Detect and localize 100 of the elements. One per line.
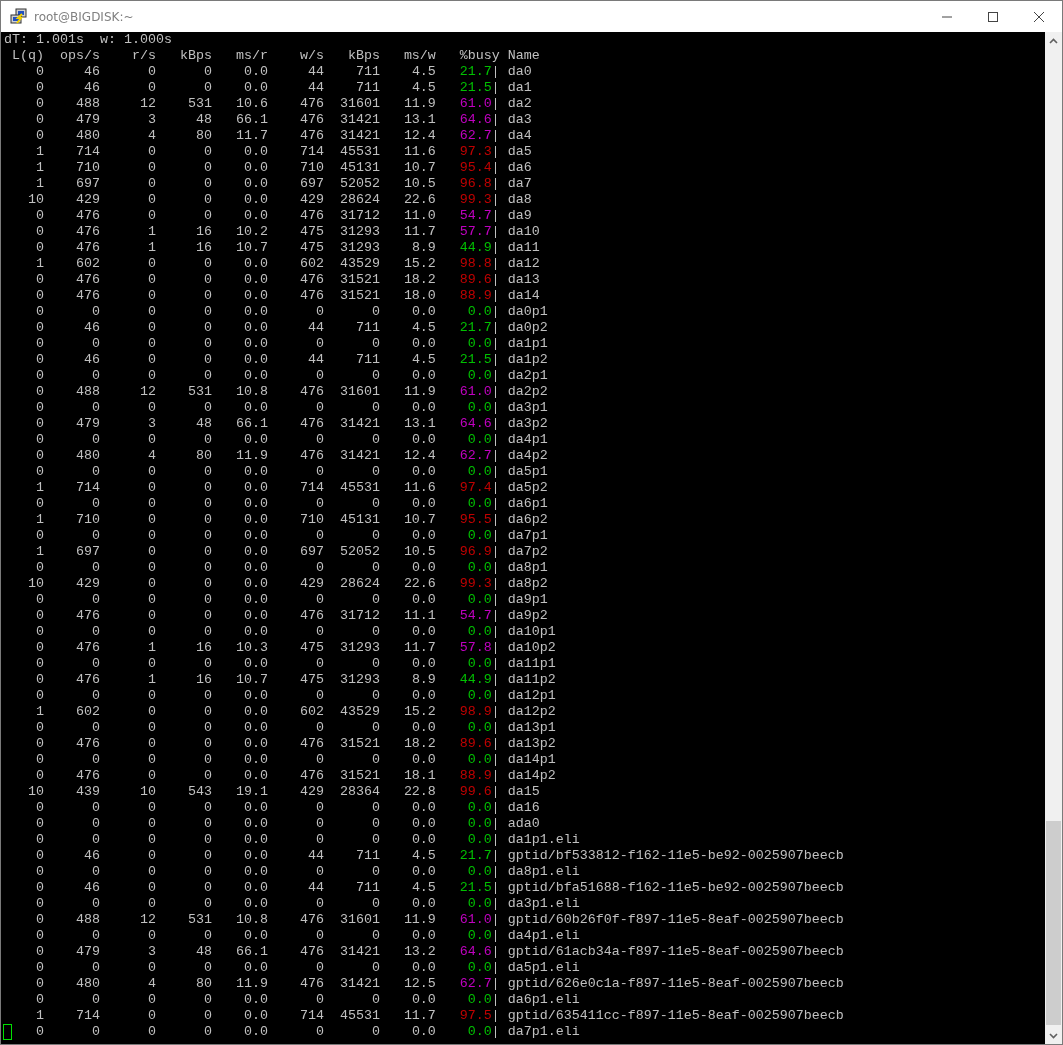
device-name: da5p1.eli <box>507 960 580 976</box>
table-cell-text: 22.6 <box>402 192 436 208</box>
table-cell-text: 0 <box>146 576 156 592</box>
table-cell-text: 0 <box>202 864 212 880</box>
table-cell-text: 0 <box>202 304 212 320</box>
table-cell-text: 0 <box>146 304 156 320</box>
table-cell-text: 0.0 <box>410 624 436 640</box>
table-cell-text: 0 <box>370 896 380 912</box>
table-cell-text: 0 <box>90 656 100 672</box>
busy-value: 64.6 <box>459 112 492 127</box>
table-cell-text: 0.0 <box>242 320 268 336</box>
table-cell-text: 711 <box>354 64 380 80</box>
table-cell-text: 44 <box>306 320 324 336</box>
table-cell-text: 602 <box>74 256 100 272</box>
device-name: da4 <box>507 128 532 144</box>
table-cell-text: 0 <box>35 336 44 352</box>
table-cell-text: 697 <box>74 176 100 192</box>
table-cell-text: 429 <box>74 576 100 592</box>
table-cell-text: 0.0 <box>242 768 268 784</box>
busy-value: 62.7 <box>459 128 492 143</box>
table-cell-text: 80 <box>194 128 212 144</box>
table-cell-text: 0 <box>146 512 156 528</box>
table-cell-text: 0 <box>35 928 44 944</box>
table-cell-text: 0 <box>202 544 212 560</box>
busy-value: 44.9 <box>459 672 492 687</box>
table-cell-text: 31293 <box>338 224 380 240</box>
table-cell-text: 0 <box>370 560 380 576</box>
table-cell-text: 602 <box>74 704 100 720</box>
busy-value: 97.3 <box>459 144 492 159</box>
table-cell-text: 0 <box>146 480 156 496</box>
table-cell-text: 476 <box>74 640 100 656</box>
table-cell-text: 0 <box>35 64 44 80</box>
table-cell-text: 0.0 <box>410 832 436 848</box>
table-cell-text: 0 <box>314 1024 324 1040</box>
table-cell-text: 31293 <box>338 672 380 688</box>
busy-value: 0.0 <box>467 400 492 415</box>
table-cell-text: 11.9 <box>402 912 436 928</box>
table-cell-text: 0 <box>146 608 156 624</box>
table-cell-text: 44 <box>306 64 324 80</box>
busy-value: 97.4 <box>459 480 492 495</box>
table-cell-text: 488 <box>74 384 100 400</box>
table-cell-text: 44 <box>306 352 324 368</box>
table-cell-text: 52052 <box>338 544 380 560</box>
table-cell-text: 0 <box>202 176 212 192</box>
table-cell-text: 0 <box>35 352 44 368</box>
table-cell-text: 0.0 <box>410 464 436 480</box>
table-cell-text: 429 <box>298 192 324 208</box>
table-cell-text: 0.0 <box>242 720 268 736</box>
table-cell-text: 11.7 <box>402 640 436 656</box>
table-cell-text: 0.0 <box>242 1024 268 1040</box>
table-cell-text: 80 <box>194 976 212 992</box>
table-cell-text: 0 <box>90 528 100 544</box>
table-cell-text: 697 <box>298 176 324 192</box>
table-cell-text: 0.0 <box>410 864 436 880</box>
close-icon <box>1034 11 1044 22</box>
table-cell-text: 3 <box>146 112 156 128</box>
busy-value: 57.8 <box>459 640 492 655</box>
table-cell-text: 0 <box>35 432 44 448</box>
table-cell-text: 0.0 <box>242 512 268 528</box>
table-cell-text: 46 <box>82 848 100 864</box>
busy-value: 61.0 <box>459 384 492 399</box>
table-cell-text: 19.1 <box>234 784 268 800</box>
table-cell-text: 0 <box>35 976 44 992</box>
table-cell-text: 531 <box>186 384 212 400</box>
table-cell-text: 0.0 <box>242 864 268 880</box>
table-cell-text: 0 <box>370 816 380 832</box>
table-cell-text: 0 <box>90 624 100 640</box>
scroll-thumb[interactable] <box>1046 821 1061 1025</box>
busy-value: 0.0 <box>467 624 492 639</box>
table-cell-text: 0 <box>35 880 44 896</box>
device-name: da11p2 <box>507 672 556 688</box>
table-cell-text: 0 <box>35 960 44 976</box>
table-cell-text: 31521 <box>338 768 380 784</box>
table-cell-text: 0 <box>202 608 212 624</box>
table-cell-text: 0 <box>314 560 324 576</box>
window-title: root@BIGDISK:~ <box>34 9 134 24</box>
table-cell-text: 0 <box>370 528 380 544</box>
column-header: L(q) <box>11 48 44 64</box>
table-cell-text: 0.0 <box>410 688 436 704</box>
table-cell-text: 0 <box>370 464 380 480</box>
table-cell-text: 18.1 <box>402 768 436 784</box>
table-cell-text: 0 <box>146 704 156 720</box>
table-cell-text: 0.0 <box>242 272 268 288</box>
table-cell-text: 10.7 <box>402 512 436 528</box>
table-cell-text: 0 <box>370 832 380 848</box>
device-name: da10p1 <box>507 624 556 640</box>
table-cell-text: 0.0 <box>242 992 268 1008</box>
busy-value: 95.4 <box>459 160 492 175</box>
table-cell-text: 11.7 <box>402 1008 436 1024</box>
table-cell-text: 0.0 <box>242 832 268 848</box>
table-cell-text: 0 <box>146 352 156 368</box>
table-cell-text: 0.0 <box>242 496 268 512</box>
scrollbar[interactable] <box>1045 32 1062 1044</box>
table-cell-text: 0 <box>314 656 324 672</box>
device-name: da6p1 <box>507 496 548 512</box>
table-cell-text: 4.5 <box>410 848 436 864</box>
table-cell-text: 11.6 <box>402 144 436 160</box>
table-cell-text: 10 <box>27 192 44 208</box>
table-cell-text: 0 <box>35 864 44 880</box>
table-cell-text: 0 <box>202 336 212 352</box>
